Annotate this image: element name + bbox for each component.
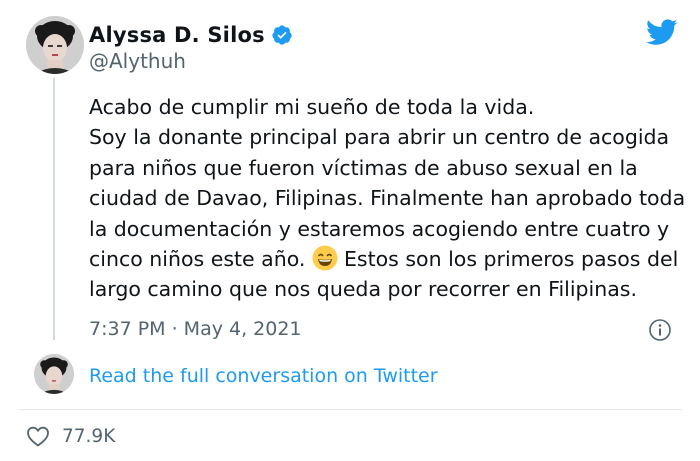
- author-name-row[interactable]: Alyssa D. Silos: [89, 23, 293, 47]
- author-name[interactable]: Alyssa D. Silos: [89, 23, 265, 47]
- grinning-face-emoji-icon: [312, 245, 338, 271]
- thread-line: [53, 78, 55, 340]
- tweet-text: Acabo de cumplir mi sueño de toda la vid…: [89, 92, 689, 305]
- info-icon[interactable]: [648, 318, 672, 342]
- tweet-timestamp[interactable]: 7:37 PM · May 4, 2021: [89, 318, 302, 340]
- tweet-text-main: Acabo de cumplir mi sueño de toda la vid…: [89, 95, 686, 272]
- author-handle[interactable]: @Alythuh: [89, 49, 186, 73]
- heart-icon: [27, 426, 49, 447]
- like-button[interactable]: 77.9K: [26, 425, 115, 447]
- twitter-bird-icon[interactable]: [646, 19, 678, 46]
- author-avatar[interactable]: [26, 16, 84, 74]
- read-conversation-link[interactable]: Read the full conversation on Twitter: [89, 365, 438, 387]
- like-count: 77.9K: [62, 425, 116, 447]
- divider: [18, 409, 682, 410]
- reply-avatar[interactable]: [34, 354, 74, 394]
- verified-badge-icon: [272, 25, 292, 45]
